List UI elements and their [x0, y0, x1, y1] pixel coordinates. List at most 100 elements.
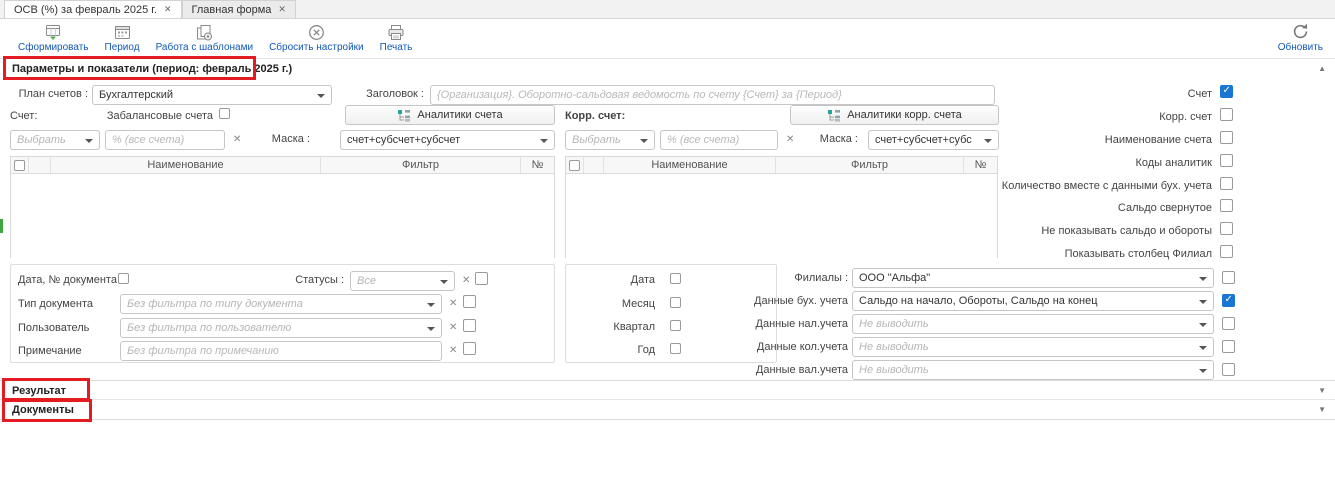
table-header-row: Наименование Фильтр № [11, 157, 554, 174]
templates-icon [196, 24, 213, 41]
generate-button[interactable]: Сформировать [18, 24, 89, 53]
tab-main-form[interactable]: Главная форма ✕ [182, 0, 296, 18]
option-ne-pokazyvat-label: Не показывать сальдо и обороты [942, 225, 1212, 237]
left-edge-marker [0, 219, 3, 233]
corr-mask-label: Маска : [810, 133, 858, 145]
account-clear-icon[interactable]: ✕ [233, 135, 241, 145]
select-all-checkbox[interactable] [569, 160, 580, 171]
section-documents-header[interactable]: Документы ▼ [0, 400, 1335, 420]
offbalance-checkbox[interactable] [219, 108, 230, 119]
generate-label: Сформировать [18, 42, 89, 53]
quantity-data-select[interactable]: Не выводить [852, 337, 1214, 357]
currency-data-label: Данные вал.учета [688, 364, 848, 376]
option-korr-schet-label: Корр. счет [942, 111, 1212, 123]
option-kody-analitik-checkbox[interactable] [1220, 154, 1233, 167]
period-month-checkbox[interactable] [670, 297, 681, 308]
tax-data-checkbox[interactable] [1222, 317, 1235, 330]
doc-type-label: Тип документа [18, 298, 93, 310]
period-quarter-checkbox[interactable] [670, 320, 681, 331]
table-body [566, 174, 997, 258]
refresh-icon [1291, 22, 1310, 41]
period-quarter-label: Квартал [580, 321, 655, 333]
col-name: Наименование [51, 157, 321, 173]
statuses-select[interactable]: Все [350, 271, 455, 291]
note-input[interactable] [120, 341, 442, 361]
statuses-label: Статусы : [286, 274, 344, 286]
refresh-button[interactable]: Обновить [1278, 22, 1323, 53]
statuses-clear-icon[interactable]: ✕ [462, 276, 470, 286]
doc-type-clear-icon[interactable]: ✕ [449, 299, 457, 309]
option-ne-pokazyvat-checkbox[interactable] [1220, 222, 1233, 235]
corr-select[interactable]: Выбрать [565, 130, 655, 150]
refresh-label: Обновить [1278, 42, 1323, 53]
accounting-data-label: Данные бух. учета [688, 295, 848, 307]
statuses-checkbox[interactable] [475, 272, 488, 285]
account-filter-input[interactable] [105, 130, 225, 150]
quantity-data-label: Данные кол.учета [688, 341, 848, 353]
option-saldo-svernutoe-checkbox[interactable] [1220, 199, 1233, 212]
note-clear-icon[interactable]: ✕ [449, 346, 457, 356]
analytics-tree-icon [397, 109, 411, 122]
doc-type-select[interactable]: Без фильтра по типу документа [120, 294, 442, 314]
doc-type-checkbox[interactable] [463, 295, 476, 308]
currency-data-select[interactable]: Не выводить [852, 360, 1214, 380]
period-year-checkbox[interactable] [670, 343, 681, 354]
parameters-title: Параметры и показатели (период: февраль … [12, 63, 292, 75]
col-filter: Фильтр [776, 157, 964, 173]
select-all-checkbox[interactable] [14, 160, 25, 171]
user-clear-icon[interactable]: ✕ [449, 323, 457, 333]
tab-close-icon[interactable]: ✕ [164, 5, 172, 14]
print-button[interactable]: Печать [380, 24, 413, 53]
corr-clear-icon[interactable]: ✕ [786, 135, 794, 145]
option-stolbec-filial-checkbox[interactable] [1220, 245, 1233, 258]
period-date-checkbox[interactable] [670, 273, 681, 284]
tab-close-icon[interactable]: ✕ [278, 5, 286, 14]
printer-icon [387, 24, 405, 41]
note-checkbox[interactable] [463, 342, 476, 355]
user-select[interactable]: Без фильтра по пользователю [120, 318, 442, 338]
tab-bar: ОСВ (%) за февраль 2025 г. ✕ Главная фор… [0, 0, 1335, 19]
generate-report-icon [44, 24, 62, 41]
section-result-header[interactable]: Результат ▼ [0, 380, 1335, 400]
header-input[interactable] [430, 85, 995, 105]
col-filter: Фильтр [321, 157, 521, 173]
chart-of-accounts-select[interactable]: Бухгалтерский [92, 85, 332, 105]
option-schet-checkbox[interactable] [1220, 85, 1233, 98]
account-analytics-label: Аналитики счета [417, 109, 502, 121]
option-korr-schet-checkbox[interactable] [1220, 108, 1233, 121]
print-label: Печать [380, 42, 413, 53]
tax-data-select[interactable]: Не выводить [852, 314, 1214, 334]
collapse-down-icon[interactable]: ▼ [1318, 405, 1326, 414]
option-kody-analitik-label: Коды аналитик [942, 157, 1212, 169]
period-button[interactable]: Период [105, 24, 140, 53]
collapse-down-icon[interactable]: ▼ [1318, 386, 1326, 395]
collapse-up-icon[interactable]: ▲ [1318, 64, 1326, 73]
currency-data-checkbox[interactable] [1222, 363, 1235, 376]
tax-data-label: Данные нал.учета [688, 318, 848, 330]
user-checkbox[interactable] [463, 319, 476, 332]
option-saldo-svernutoe-label: Сальдо свернутое [942, 202, 1212, 214]
templates-button[interactable]: Работа с шаблонами [156, 24, 253, 53]
option-naimenovanie-checkbox[interactable] [1220, 131, 1233, 144]
tab-osv[interactable]: ОСВ (%) за февраль 2025 г. ✕ [4, 0, 182, 18]
account-analytics-button[interactable]: Аналитики счета [345, 105, 555, 125]
branches-label: Филиалы : [688, 272, 848, 284]
account-mask-select[interactable]: счет+субсчет+субсчет [340, 130, 555, 150]
branches-checkbox[interactable] [1222, 271, 1235, 284]
tab-osv-label: ОСВ (%) за февраль 2025 г. [14, 4, 157, 16]
accounting-data-checkbox[interactable] [1222, 294, 1235, 307]
branches-select[interactable]: ООО "Альфа" [852, 268, 1214, 288]
app-window: ОСВ (%) за февраль 2025 г. ✕ Главная фор… [0, 0, 1335, 486]
account-analytics-table: Наименование Фильтр № [10, 156, 555, 258]
account-mask-label: Маска : [260, 133, 310, 145]
section-parameters-header[interactable]: Параметры и показатели (период: февраль … [0, 58, 1335, 78]
accounting-data-select[interactable]: Сальдо на начало, Обороты, Сальдо на кон… [852, 291, 1214, 311]
corr-filter-input[interactable] [660, 130, 778, 150]
date-doc-label: Дата, № документа [18, 274, 117, 286]
quantity-data-checkbox[interactable] [1222, 340, 1235, 353]
result-title: Результат [12, 385, 66, 397]
date-doc-checkbox[interactable] [118, 273, 129, 284]
reset-settings-button[interactable]: Сбросить настройки [269, 24, 364, 53]
account-select[interactable]: Выбрать [10, 130, 100, 150]
option-kolichestvo-checkbox[interactable] [1220, 177, 1233, 190]
